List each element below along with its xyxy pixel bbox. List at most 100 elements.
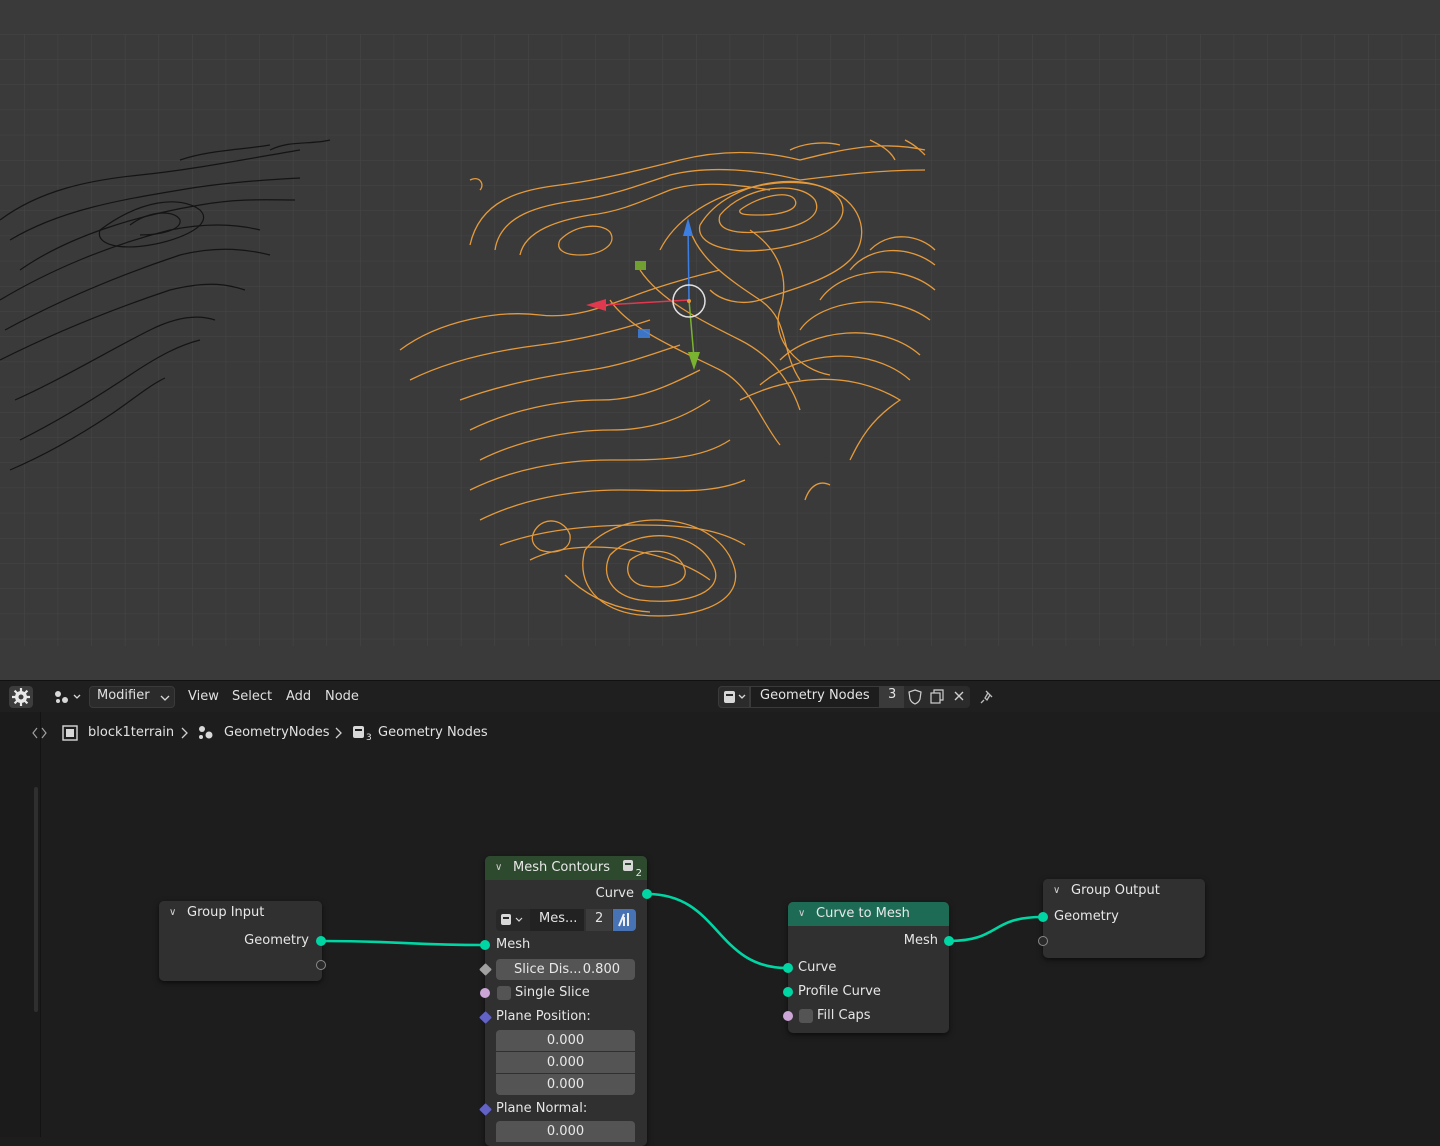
chevron-down-icon [73,694,81,699]
node-header[interactable]: ∨ Mesh Contours 2 [485,856,647,880]
slice-distance-value: 0.800 [582,962,620,977]
plane-position-z-field[interactable]: 0.000 [496,1074,635,1095]
editor-type-menu[interactable] [50,686,84,708]
plane-position-x-value: 0.000 [546,1033,585,1048]
breadcrumb-object[interactable]: block1terrain [88,725,174,740]
geometry-nodes-modifier-icon [199,726,213,739]
node-group-selector[interactable]: Mes... 2 [496,909,636,931]
curve-output-socket[interactable] [642,889,652,899]
single-slice-input-socket[interactable] [480,988,490,998]
modifier-icon [618,913,629,927]
duplicate-button[interactable] [926,686,948,708]
input-label-profile-curve: Profile Curve [798,984,881,999]
chevron-right-icon [181,727,188,739]
breadcrumb-modifier[interactable]: GeometryNodes [224,725,330,740]
single-slice-label: Single Slice [515,985,590,1000]
input-label-fill-caps: Fill Caps [817,1008,871,1023]
profile-curve-input-socket[interactable] [783,987,793,997]
node-group-icon [501,914,523,925]
node-group-name: Geometry Nodes [760,688,870,703]
modifier-dropdown-label: Modifier [97,688,150,703]
menu-node[interactable]: Node [325,688,359,706]
group-output-node[interactable]: ∨ Group Output Geometry [1038,879,1205,958]
object-origin [687,299,691,303]
breadcrumb-node-group-users: 3 [366,733,372,743]
curve-to-mesh-node[interactable]: ∨ Curve to Mesh Mesh Curve Profile Curve… [783,902,954,1033]
node-group-name-field[interactable]: Geometry Nodes [750,686,880,708]
fake-user-button[interactable] [904,686,926,708]
chevron-down-icon [160,695,170,701]
breadcrumb-node-group[interactable]: Geometry Nodes [378,725,488,740]
plane-normal-label: Plane Normal: [496,1101,588,1116]
group-input-node[interactable]: ∨ Group Input Geometry [159,901,326,981]
node-group-browse-button[interactable] [496,909,530,931]
output-label-mesh: Mesh [903,933,938,948]
pin-button[interactable] [976,686,998,708]
user-count: 3 [888,687,897,702]
node-group-name: Mes... [539,911,578,926]
object-icon [62,725,78,741]
chevron-down-icon[interactable]: ∨ [798,902,805,926]
node-header[interactable]: ∨ Curve to Mesh [788,902,949,926]
node-title: Curve to Mesh [816,906,910,921]
node-group-browse-button[interactable] [718,686,750,708]
toolbar-region [0,712,41,1137]
geometry-output-socket[interactable] [316,936,326,946]
input-label-curve: Curve [798,960,837,975]
show-in-modifier-toggle[interactable] [613,909,636,931]
breadcrumb: block1terrain GeometryNodes 3 Geometry N… [0,712,1440,752]
plane-position-z-value: 0.000 [546,1077,585,1092]
code-brackets-icon[interactable] [32,726,52,740]
mesh-contours-node[interactable]: ∨ Mesh Contours 2 Curve Mes... 2 Mesh Sl… [479,856,652,1146]
fill-caps-checkbox[interactable] [799,1009,813,1023]
unlink-button[interactable] [948,686,970,708]
chevron-down-icon[interactable]: ∨ [495,856,502,880]
shield-icon [908,689,922,705]
mesh-input-socket[interactable] [480,940,490,950]
node-tree-icon [55,691,81,703]
curve-input-socket[interactable] [783,963,793,973]
node-group-name-field[interactable]: Mes... [530,909,584,931]
3d-viewport[interactable] [0,0,1440,680]
pin-icon [980,690,993,704]
input-label-geometry: Geometry [1054,909,1119,924]
gear-icon [12,688,30,706]
output-label-curve: Curve [595,886,634,901]
user-count-button[interactable]: 3 [880,686,904,708]
input-label-mesh: Mesh [496,937,531,952]
single-slice-checkbox[interactable] [497,986,511,1000]
geometry-input-socket[interactable] [1038,912,1048,922]
duplicate-icon [930,689,944,704]
node-title: Mesh Contours [513,860,611,875]
menu-add[interactable]: Add [286,688,311,706]
node-header[interactable]: ∨ Group Output [1043,879,1205,903]
modifier-context-dropdown[interactable]: Modifier [89,686,175,708]
menu-select[interactable]: Select [232,688,272,706]
chevron-right-icon [335,727,342,739]
user-count: 2 [595,911,604,926]
slice-distance-label: Slice Dis... [514,962,582,977]
xy-plane-handle [638,329,650,338]
node-header[interactable]: ∨ Group Input [159,901,322,925]
node-group-user-badge: 2 [635,868,642,879]
output-label-geometry: Geometry [244,933,309,948]
empty-input-socket[interactable] [1038,936,1048,946]
user-count-button[interactable]: 2 [586,909,612,931]
yz-plane-handle [635,261,646,270]
menu-view[interactable]: View [188,688,219,706]
node-title: Group Output [1071,883,1160,898]
mesh-output-socket[interactable] [944,936,954,946]
empty-output-socket[interactable] [316,960,326,970]
plane-position-y-field[interactable]: 0.000 [496,1052,635,1073]
chevron-down-icon[interactable]: ∨ [169,901,176,925]
toolbar-scrollbar[interactable] [34,787,38,1012]
plane-normal-x-field[interactable]: 0.000 [496,1121,635,1142]
slice-distance-field[interactable]: Slice Dis... 0.800 [496,959,635,980]
plane-position-y-value: 0.000 [546,1055,585,1070]
chevron-down-icon[interactable]: ∨ [1053,879,1060,903]
plane-position-x-field[interactable]: 0.000 [496,1030,635,1051]
floor-grid [0,34,1440,646]
fill-caps-input-socket[interactable] [783,1011,793,1021]
preferences-gear-button[interactable] [9,686,33,708]
node-editor-header: Modifier View Select Add Node Geometry N… [0,680,1440,712]
